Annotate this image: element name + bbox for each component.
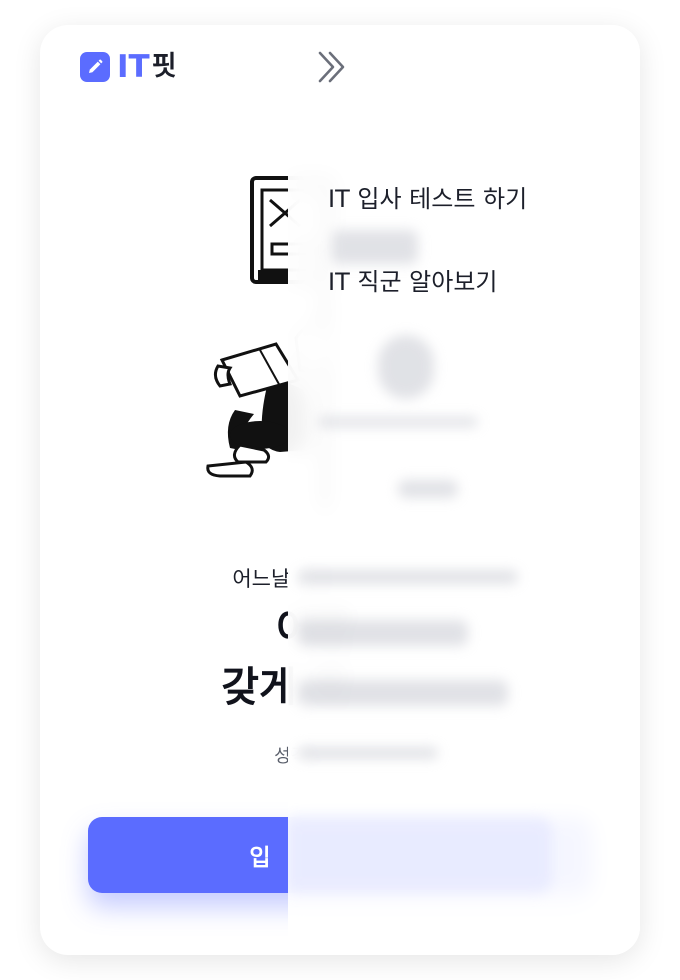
drawer-backdrop	[288, 25, 640, 955]
logo-suffix: 핏	[151, 51, 177, 82]
menu-item-it-jobs[interactable]: IT 직군 알아보기	[328, 265, 527, 299]
logo[interactable]: IT 핏	[80, 49, 177, 85]
drawer-menu: IT 입사 테스트 하기 IT 직군 알아보기	[328, 182, 527, 299]
pencil-icon	[80, 52, 110, 82]
menu-item-it-test[interactable]: IT 입사 테스트 하기	[328, 182, 527, 216]
side-drawer: IT 입사 테스트 하기 IT 직군 알아보기	[288, 25, 640, 955]
start-test-label: 입	[249, 845, 271, 871]
double-chevron-right-icon[interactable]	[312, 47, 352, 87]
logo-abbr: IT	[117, 49, 150, 85]
